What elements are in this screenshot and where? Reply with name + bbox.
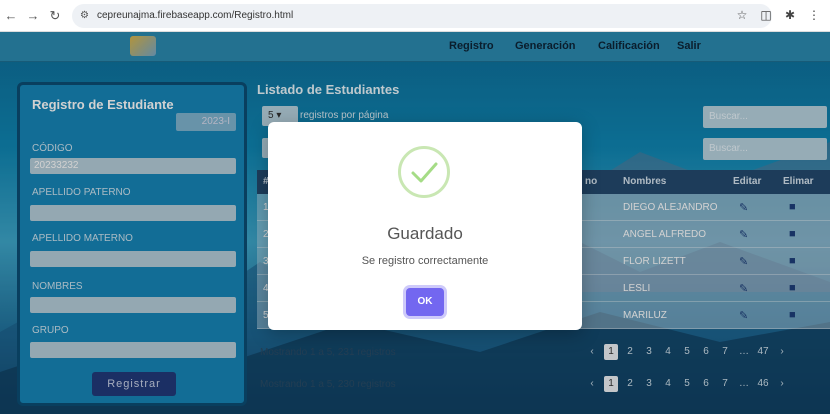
success-dialog: Guardado Se registro correctamente OK — [268, 122, 582, 330]
back-icon[interactable]: ← — [0, 5, 22, 27]
address-bar[interactable]: ⚙ cepreunajma.firebaseapp.com/Registro.h… — [72, 3, 772, 28]
reload-icon[interactable]: ↻ — [44, 5, 66, 27]
dialog-title: Guardado — [387, 224, 463, 243]
dialog-message: Se registro correctamente — [361, 255, 489, 267]
extension-icon[interactable]: ✱ — [780, 4, 800, 26]
sidebar-icon[interactable]: ◫ — [756, 4, 776, 26]
bookmark-star-icon[interactable]: ☆ — [732, 4, 752, 26]
success-check-icon — [398, 146, 450, 198]
forward-icon[interactable]: → — [22, 5, 44, 27]
menu-icon[interactable]: ⋮ — [804, 4, 824, 26]
browser-toolbar: ← → ↻ ⚙ cepreunajma.firebaseapp.com/Regi… — [0, 0, 830, 32]
site-info-icon[interactable]: ⚙ — [80, 10, 89, 21]
ok-button[interactable]: OK — [406, 288, 444, 316]
url-text: cepreunajma.firebaseapp.com/Registro.htm… — [96, 10, 294, 21]
